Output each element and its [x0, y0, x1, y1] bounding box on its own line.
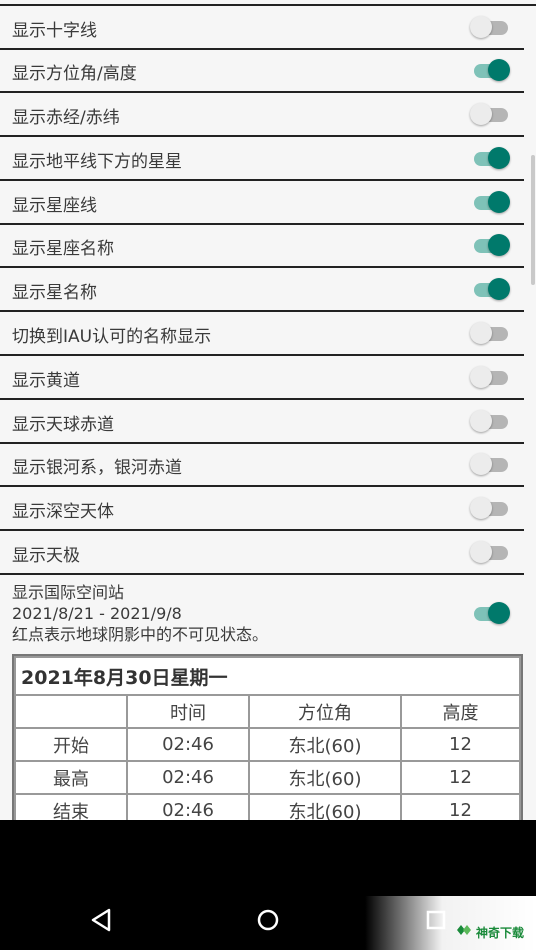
setting-row[interactable]: 显示星座名称: [0, 224, 524, 268]
setting-label: 显示星名称: [12, 283, 97, 303]
setting-label: 显示地平线下方的星星: [12, 152, 182, 172]
table-cell: 12: [400, 727, 521, 762]
watermark-overlay: [365, 896, 536, 950]
toggle-thumb: [470, 103, 492, 125]
setting-row[interactable]: 显示银河系，银河赤道: [0, 443, 524, 487]
table-cell: 02:46: [126, 760, 250, 795]
toggle-thumb: [470, 410, 492, 432]
setting-label: 显示天极: [12, 546, 80, 566]
setting-row[interactable]: 显示天极: [0, 531, 524, 575]
table-header-altitude: 高度: [400, 694, 521, 729]
setting-row[interactable]: 显示深空天体: [0, 487, 524, 531]
table-cell: 12: [400, 760, 521, 795]
setting-row[interactable]: 显示天球赤道: [0, 400, 524, 444]
setting-label: 切换到IAU认可的名称显示: [12, 327, 212, 347]
setting-row[interactable]: 显示星名称: [0, 268, 524, 312]
setting-label: 显示星座线: [12, 196, 97, 216]
toggle-thumb: [470, 322, 492, 344]
toggle-thumb: [470, 366, 492, 388]
toggle-switch-off[interactable]: [470, 364, 510, 390]
setting-label: 显示银河系，银河赤道: [12, 458, 182, 478]
toggle-switch-off[interactable]: [470, 495, 510, 521]
toggle-switch-off[interactable]: [470, 14, 510, 40]
toggle-thumb: [470, 16, 492, 38]
setting-row[interactable]: 显示星座线: [0, 181, 524, 225]
toggle-thumb: [488, 602, 510, 624]
setting-label: 显示天球赤道: [12, 415, 114, 435]
circle-home-icon[interactable]: [257, 908, 279, 936]
toggle-switch-on[interactable]: [470, 145, 510, 171]
toggle-switch-on[interactable]: [470, 57, 510, 83]
setting-row[interactable]: 显示赤经/赤纬: [0, 93, 524, 137]
toggle-switch-on[interactable]: [470, 189, 510, 215]
toggle-thumb: [488, 278, 510, 300]
toggle-thumb: [470, 453, 492, 475]
setting-label: 显示方位角/高度: [12, 64, 137, 84]
watermark-logo-icon: [456, 922, 472, 936]
setting-label: 显示星座名称: [12, 239, 114, 259]
triangle-back-icon[interactable]: [90, 908, 112, 936]
table-row: 开始 02:46 东北(60) 12: [14, 727, 521, 762]
table-cell: 02:46: [126, 727, 250, 762]
scrollbar[interactable]: [531, 155, 535, 285]
iss-label: 显示国际空间站: [12, 583, 125, 602]
setting-label: 显示深空天体: [12, 502, 114, 522]
setting-row[interactable]: 切换到IAU认可的名称显示: [0, 312, 524, 356]
setting-label: 显示黄道: [12, 371, 80, 391]
table-header-azimuth: 方位角: [248, 694, 402, 729]
toggle-switch-off[interactable]: [470, 539, 510, 565]
table-header-time: 时间: [126, 694, 250, 729]
table-cell: 开始: [14, 727, 128, 762]
setting-row[interactable]: 显示地平线下方的星星: [0, 137, 524, 181]
toggle-thumb: [470, 541, 492, 563]
toggle-switch-on[interactable]: [470, 232, 510, 258]
table-cell: 东北(60): [248, 727, 402, 762]
setting-row-iss[interactable]: 显示国际空间站 2021/8/21 - 2021/9/8 红点表示地球阴影中的不可见…: [0, 575, 524, 655]
toggle-switch-off[interactable]: [470, 320, 510, 346]
toggle-thumb: [488, 234, 510, 256]
iss-date-range: 2021/8/21 - 2021/9/8: [12, 604, 182, 623]
setting-label: 显示赤经/赤纬: [12, 108, 120, 128]
setting-row[interactable]: 显示黄道: [0, 356, 524, 400]
setting-row[interactable]: 显示方位角/高度: [0, 49, 524, 93]
table-cell: 最高: [14, 760, 128, 795]
toggle-thumb: [488, 59, 510, 81]
toggle-thumb: [470, 497, 492, 519]
watermark-text: 神奇下载: [476, 926, 525, 940]
iss-note: 红点表示地球阴影中的不可见状态。: [12, 625, 269, 644]
toggle-switch-off[interactable]: [470, 451, 510, 477]
iss-pass-table: 2021年8月30日星期一 时间 方位角 高度 开始 02:46 东北(60) …: [12, 654, 523, 830]
setting-row[interactable]: 显示十字线: [0, 6, 524, 50]
toggle-switch-on[interactable]: [470, 276, 510, 302]
toggle-thumb: [488, 191, 510, 213]
table-header-empty: [14, 694, 128, 729]
setting-label: 显示十字线: [12, 21, 97, 41]
table-cell: 东北(60): [248, 760, 402, 795]
toggle-thumb: [488, 147, 510, 169]
table-date: 2021年8月30日星期一: [14, 656, 521, 696]
toggle-switch-off[interactable]: [470, 101, 510, 127]
toggle-switch-on[interactable]: [470, 600, 510, 626]
table-row: 最高 02:46 东北(60) 12: [14, 760, 521, 795]
toggle-switch-off[interactable]: [470, 408, 510, 434]
table-header-row: 时间 方位角 高度: [14, 694, 521, 729]
